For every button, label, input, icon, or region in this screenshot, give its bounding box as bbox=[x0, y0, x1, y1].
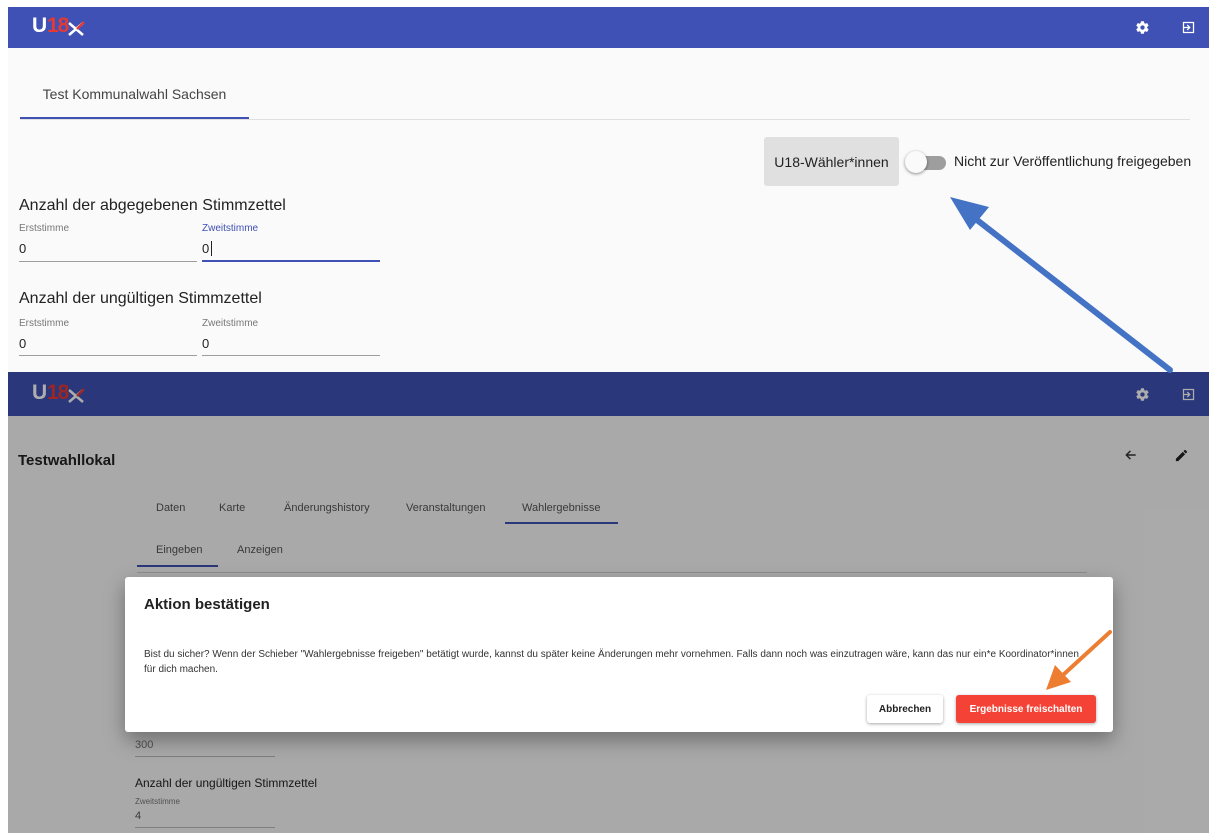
ungueltig-erststimme-label: Erststimme bbox=[19, 318, 69, 329]
ungueltig-erststimme-underline bbox=[19, 355, 197, 356]
logout-icon[interactable] bbox=[1178, 17, 1198, 37]
cancel-button[interactable]: Abbrechen bbox=[867, 695, 943, 723]
logo-number: 18 bbox=[47, 14, 69, 37]
zweitstimme-label: Zweitstimme bbox=[202, 223, 259, 234]
section-title-abgegeben: Anzahl der abgegebenen Stimmzettel bbox=[19, 197, 286, 214]
logo-cross-icon bbox=[68, 21, 85, 36]
ungueltig-erststimme-input[interactable]: 0 bbox=[19, 336, 26, 351]
election-tab-bar: Test Kommunalwahl Sachsen bbox=[20, 71, 1190, 120]
logo-letter: U bbox=[32, 14, 47, 37]
erststimme-input[interactable]: 0 bbox=[19, 241, 26, 256]
zweitstimme-input[interactable]: 0 bbox=[202, 241, 209, 256]
text-cursor bbox=[211, 241, 212, 256]
erststimme-label: Erststimme bbox=[19, 223, 69, 234]
top-screenshot: U 18 Test Kommunalwahl Sachsen U18-Wähle… bbox=[8, 7, 1209, 372]
tab-test-kommunalwahl-sachsen[interactable]: Test Kommunalwahl Sachsen bbox=[20, 71, 249, 119]
ungueltig-zweitstimme-underline bbox=[202, 355, 380, 356]
confirm-release-results-button[interactable]: Ergebnisse freischalten bbox=[956, 695, 1096, 723]
bottom-screenshot: U 18 Testwahllokal Daten Karte Änderungs… bbox=[8, 372, 1209, 833]
ungueltig-zweitstimme-label: Zweitstimme bbox=[202, 318, 259, 329]
ungueltig-zweitstimme-input[interactable]: 0 bbox=[202, 336, 209, 351]
confirm-dialog: Aktion bestätigen Bist du sicher? Wenn d… bbox=[125, 577, 1113, 732]
publish-toggle-thumb[interactable] bbox=[905, 151, 927, 173]
erststimme-underline bbox=[19, 261, 197, 262]
top-app-bar: U 18 bbox=[8, 7, 1209, 48]
settings-gear-icon[interactable] bbox=[1132, 17, 1152, 37]
u18-waehlerinnen-chip[interactable]: U18-Wähler*innen bbox=[764, 137, 899, 186]
section-title-ungueltig: Anzahl der ungültigen Stimmzettel bbox=[19, 290, 262, 307]
zweitstimme-underline-focused bbox=[202, 260, 380, 262]
publish-toggle-label: Nicht zur Veröffentlichung freigegeben bbox=[954, 153, 1192, 169]
dialog-message: Bist du sicher? Wenn der Schieber "Wahle… bbox=[144, 649, 1079, 675]
dialog-title: Aktion bestätigen bbox=[144, 596, 270, 613]
